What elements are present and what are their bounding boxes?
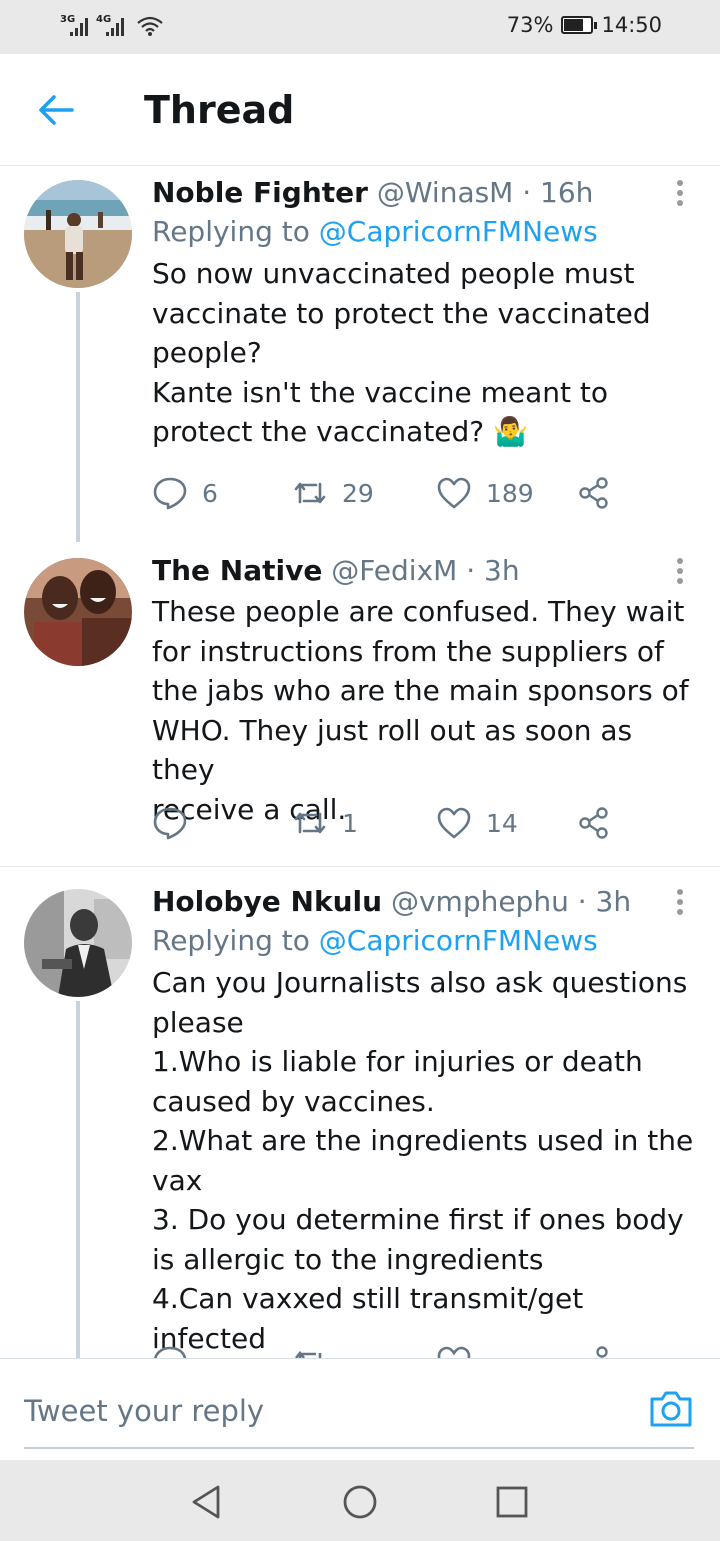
- system-navigation-bar: [0, 1460, 720, 1541]
- thread-connector: [76, 1001, 80, 1358]
- like-count: 189: [486, 478, 534, 508]
- arrow-left-icon[interactable]: [36, 92, 76, 128]
- nav-recents-icon[interactable]: [492, 1482, 532, 1522]
- tweet[interactable]: Holobye Nkulu @vmphephu · 3h Replying to…: [0, 867, 720, 1358]
- nav-back-icon[interactable]: [186, 1482, 226, 1522]
- reply-button[interactable]: 6: [152, 476, 218, 510]
- author-handle[interactable]: @vmphephu: [391, 885, 569, 918]
- tweet-text: Can you Journalists also ask questions p…: [152, 966, 694, 1355]
- author-name[interactable]: The Native: [152, 554, 322, 587]
- retweet-icon: [294, 482, 326, 504]
- replying-to: Replying to @CapricornFMNews: [152, 215, 598, 248]
- tweet-time: · 3h: [577, 885, 632, 918]
- signal-4g-icon: 4G: [96, 12, 126, 38]
- tweet-time: · 16h: [522, 176, 594, 209]
- avatar-beach-image: [24, 180, 132, 288]
- retweet-count: 29: [342, 478, 374, 508]
- retweet-button[interactable]: 1: [292, 806, 358, 840]
- reply-composer: [0, 1358, 720, 1460]
- retweet-button[interactable]: [292, 1345, 328, 1358]
- share-icon: [596, 1346, 608, 1358]
- author-handle[interactable]: @WinasM: [377, 176, 514, 209]
- battery-icon: [561, 16, 598, 34]
- tweet-text: These people are confused. They wait for…: [152, 595, 689, 826]
- tweet[interactable]: Noble Fighter @WinasM · 16h Replying to …: [0, 166, 720, 542]
- avatar-person-image: [24, 889, 132, 997]
- thread-connector: [76, 292, 80, 542]
- heart-icon: [437, 807, 471, 839]
- author-name[interactable]: Noble Fighter: [152, 176, 368, 209]
- like-button[interactable]: 14: [436, 806, 518, 840]
- author-handle[interactable]: @FedixM: [331, 554, 457, 587]
- reply-icon: [153, 807, 187, 840]
- more-options-icon[interactable]: [674, 558, 686, 588]
- tweet[interactable]: The Native @FedixM · 3h These people are…: [0, 542, 720, 866]
- tweet-time: · 3h: [466, 554, 520, 587]
- clock: 14:50: [601, 13, 662, 37]
- mention-link[interactable]: @CapricornFMNews: [319, 215, 598, 248]
- avatar[interactable]: [24, 889, 132, 997]
- more-options-icon[interactable]: [674, 889, 686, 919]
- signal-3g-icon: 3G: [60, 12, 90, 38]
- replying-to: Replying to @CapricornFMNews: [152, 924, 598, 957]
- heart-icon: [437, 477, 471, 509]
- retweet-count: 1: [342, 808, 358, 838]
- tweet-text: So now unvaccinated people must vaccinat…: [152, 257, 651, 448]
- share-icon: [579, 807, 608, 839]
- page-title: Thread: [144, 88, 295, 132]
- retweet-button[interactable]: 29: [292, 476, 374, 510]
- more-options-icon[interactable]: [674, 180, 686, 210]
- reply-button[interactable]: [152, 1345, 188, 1358]
- battery-percent: 73%: [506, 13, 554, 37]
- like-button[interactable]: [436, 1345, 472, 1358]
- retweet-icon: [294, 1350, 322, 1358]
- wifi-icon: [137, 16, 163, 36]
- reply-icon: [154, 1346, 187, 1358]
- share-button[interactable]: [576, 806, 612, 840]
- share-button[interactable]: [576, 476, 612, 510]
- share-icon: [579, 477, 608, 509]
- reply-icon: [153, 477, 187, 510]
- status-bar: 3G 4G 73% 14:50: [0, 0, 720, 54]
- avatar[interactable]: [24, 558, 132, 666]
- mention-link[interactable]: @CapricornFMNews: [319, 924, 598, 957]
- author-name[interactable]: Holobye Nkulu: [152, 885, 382, 918]
- nav-home-icon[interactable]: [340, 1482, 380, 1522]
- camera-icon[interactable]: [648, 1387, 694, 1429]
- tweet-actions-clipped: [152, 1345, 632, 1358]
- avatar-people-image: [24, 558, 132, 666]
- like-button[interactable]: 189: [436, 476, 534, 510]
- share-button[interactable]: [576, 1345, 612, 1358]
- tweet-reply-input[interactable]: [24, 1359, 694, 1449]
- thread-header: Thread: [0, 54, 720, 166]
- like-count: 14: [486, 808, 518, 838]
- reply-button[interactable]: [152, 806, 202, 840]
- reply-count: 6: [202, 478, 218, 508]
- heart-icon: [437, 1346, 471, 1358]
- avatar[interactable]: [24, 180, 132, 288]
- retweet-icon: [294, 812, 326, 834]
